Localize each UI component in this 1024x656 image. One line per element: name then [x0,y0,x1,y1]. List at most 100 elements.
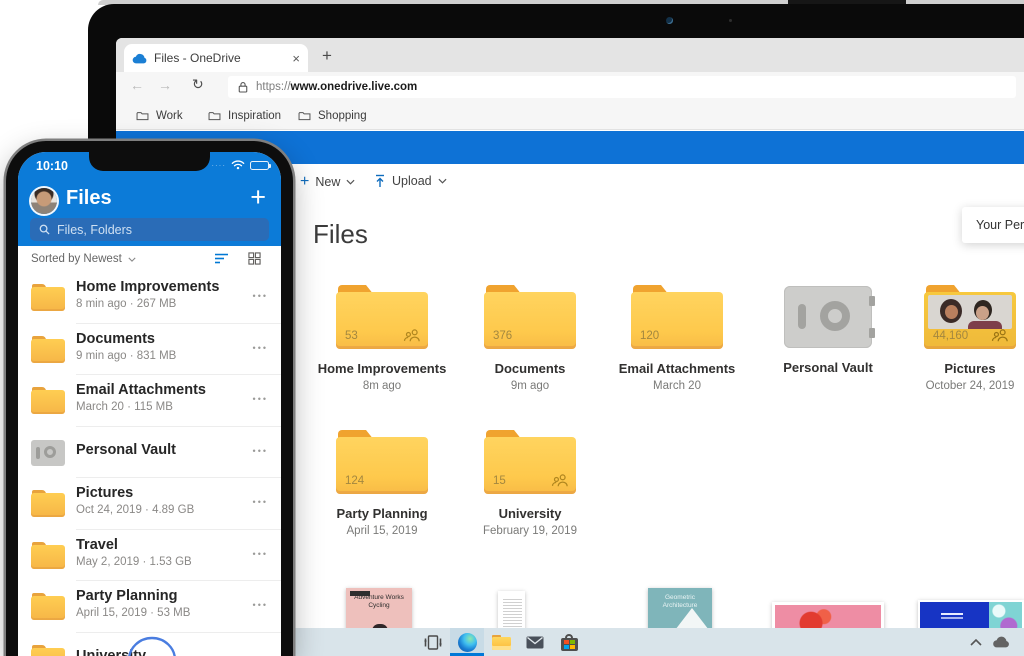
folder-name: Party Planning [336,506,428,521]
vault-safe-icon [784,286,875,348]
webcam-led-icon [729,19,732,22]
folder-icon: 124 [336,430,428,494]
plus-icon: + [300,173,310,190]
shared-people-icon [991,329,1008,342]
more-button[interactable]: ••• [253,291,268,301]
folder-icon [31,335,65,363]
folder-name: Documents [494,361,566,376]
more-button[interactable]: ••• [253,394,268,404]
folder-outline-icon [298,112,311,121]
folder-meta: April 15, 2019 [346,525,418,537]
new-button[interactable]: + New [300,174,355,190]
bookmark-inspiration[interactable]: Inspiration [208,102,281,130]
folder-tile-documents[interactable]: 376 Documents 9m ago [457,285,603,392]
folder-meta: 8m ago [362,380,402,392]
list-item-documents[interactable]: Documents 9 min ago · 831 MB ••• [18,324,281,375]
folder-icon [31,644,65,656]
bookmark-work[interactable]: Work [136,102,183,130]
decorative-circle [128,636,176,656]
personal-vault-card[interactable]: Your Perso [962,207,1024,243]
show-hidden-icons-chevron[interactable] [970,638,982,646]
folder-icon: 53 [336,285,428,349]
folder-icon: 15 [484,430,576,494]
folder-tile-personal-vault[interactable]: Personal Vault [755,285,901,375]
browser-toolbar: ← → ↻ https://www.onedrive.live.com [116,72,1024,102]
chevron-down-icon [438,178,447,184]
search-input[interactable] [57,222,237,237]
folder-name: Personal Vault [783,360,873,375]
back-icon[interactable]: ← [130,77,144,93]
bookmark-shopping[interactable]: Shopping [298,102,367,130]
status-time: 10:10 [36,159,68,173]
folder-tile-pictures[interactable]: 44,160 Pictures October 24, 2019 [897,285,1024,392]
browser-tab-files-onedrive[interactable]: Files - OneDrive × [124,44,308,72]
more-button[interactable]: ••• [253,446,268,456]
battery-icon [250,160,271,170]
forward-icon[interactable]: → [158,77,172,93]
folder-name: Email Attachments [618,361,736,376]
phone-screen: 10:10 ···· Files + Sorted by Newest [18,152,281,656]
sort-selector[interactable]: Sorted by Newest [31,253,136,265]
vault-safe-icon [31,439,65,466]
list-item-personal-vault[interactable]: Personal Vault ••• [18,427,281,478]
task-view-icon [424,634,442,650]
onedrive-tray-cloud-icon[interactable] [992,636,1010,648]
bookmarks-bar: Work Inspiration Shopping [116,102,1024,130]
folder-meta: February 19, 2019 [483,525,577,537]
folder-icon: 120 [631,285,723,349]
edge-browser-button[interactable] [450,628,484,656]
more-button[interactable]: ••• [253,497,268,507]
item-count: 124 [345,475,365,487]
folder-outline-icon [136,112,149,121]
shared-people-icon [551,474,568,487]
url-text: https://www.onedrive.live.com [256,81,418,93]
folder-name: Home Improvements [317,361,447,376]
file-explorer-icon [491,634,511,650]
list-item-home-improvements[interactable]: Home Improvements 8 min ago · 267 MB ••• [18,272,281,324]
page-title: Files [313,219,368,249]
folder-outline-icon [208,112,221,121]
mail-button[interactable] [518,628,552,656]
shared-people-icon [403,329,420,342]
search-bar[interactable] [30,218,269,241]
chevron-down-icon [128,257,136,262]
status-icons: ···· [211,160,271,170]
folder-icon [31,541,65,569]
folder-name: University [498,506,562,521]
folder-icon [31,387,65,414]
microsoft-store-button[interactable] [552,628,586,656]
phone-notch [89,152,210,171]
refresh-icon[interactable]: ↻ [192,76,204,93]
sort-order-icon[interactable] [215,253,229,264]
list-item-email-attachments[interactable]: Email Attachments March 20 · 115 MB ••• [18,375,281,427]
add-button[interactable]: + [250,182,266,213]
folder-tile-university[interactable]: 15 University February 19, 2019 [457,430,603,537]
upload-button[interactable]: Upload [374,174,447,188]
folder-tile-party-planning[interactable]: 124 Party Planning April 15, 2019 [309,430,455,537]
folder-tile-email-attachments[interactable]: 120 Email Attachments March 20 [604,285,750,392]
upload-icon [376,174,384,187]
grid-view-icon[interactable] [248,252,261,265]
list-item-travel[interactable]: Travel May 2, 2019 · 1.53 GB ••• [18,530,281,581]
address-bar[interactable]: https://www.onedrive.live.com [228,76,1016,98]
new-tab-button[interactable]: + [322,46,332,66]
more-button[interactable]: ••• [253,343,268,353]
phone-app-title: Files [66,187,112,209]
sort-bar: Sorted by Newest [18,246,281,272]
more-button[interactable]: ••• [253,549,268,559]
browser-tab-bar: Files - OneDrive × + [116,38,1024,72]
chevron-down-icon [346,179,355,185]
account-avatar[interactable] [31,188,57,214]
folder-tile-home-improvements[interactable]: 53 Home Improvements 8m ago [309,285,455,392]
list-item-pictures[interactable]: Pictures Oct 24, 2019 · 4.89 GB ••• [18,478,281,530]
item-count: 15 [493,475,506,487]
folder-meta: 9m ago [510,380,550,392]
task-view-button[interactable] [416,628,450,656]
file-explorer-button[interactable] [484,628,518,656]
photo-thumbnail [928,295,1012,329]
file-list: Home Improvements 8 min ago · 267 MB •••… [18,272,281,656]
onedrive-cloud-icon [132,53,147,63]
tab-close-icon[interactable]: × [292,51,300,66]
list-item-party-planning[interactable]: Party Planning April 15, 2019 · 53 MB ••… [18,581,281,633]
more-button[interactable]: ••• [253,600,268,610]
